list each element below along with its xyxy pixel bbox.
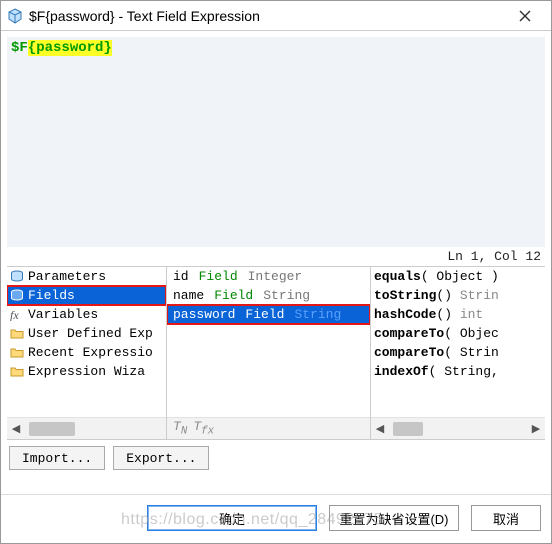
hscrollbar[interactable]: ◀ [7, 417, 166, 439]
fields-toolbar: TN Tfx [167, 417, 370, 439]
scroll-thumb[interactable] [393, 422, 423, 436]
folder-icon [10, 327, 24, 340]
field-name: name [173, 288, 204, 303]
close-button[interactable] [505, 2, 545, 30]
category-label: Fields [28, 288, 75, 303]
category-label: User Defined Exp [28, 326, 153, 341]
method-row[interactable]: toString() Strin [374, 286, 542, 305]
method-name: hashCode [374, 307, 436, 322]
category-item[interactable]: Fields [7, 286, 166, 305]
scroll-left-icon[interactable]: ◀ [9, 421, 23, 437]
titlebar: $F{password} - Text Field Expression [1, 1, 551, 31]
dialog-buttonbar: 确定 重置为缺省设置(D) 取消 [1, 494, 551, 543]
field-type: String [263, 288, 310, 303]
category-label: Variables [28, 307, 98, 322]
cursor-status: Ln 1, Col 12 [7, 247, 545, 266]
fx-icon: fx [10, 308, 24, 321]
methods-pane: equals( Object )toString() StrinhashCode… [371, 267, 545, 439]
method-sig: () [436, 288, 452, 303]
category-label: Recent Expressio [28, 345, 153, 360]
field-type: String [294, 307, 341, 322]
export-button[interactable]: Export... [113, 446, 209, 470]
dialog-content: $F{password} Ln 1, Col 12 Parameters Fiel… [1, 31, 551, 494]
scroll-right-icon[interactable]: ▶ [529, 421, 543, 437]
scroll-left-icon[interactable]: ◀ [373, 421, 387, 437]
field-name: password [173, 307, 235, 322]
reset-button[interactable]: 重置为缺省设置(D) [329, 505, 459, 531]
method-return: Strin [452, 288, 499, 303]
tool-icon[interactable]: TN [173, 419, 187, 438]
method-name: indexOf [374, 364, 429, 379]
import-button[interactable]: Import... [9, 446, 105, 470]
category-pane: Parameters Fields fx Variables User Defined … [7, 267, 167, 439]
folder-icon [10, 365, 24, 378]
method-name: compareTo [374, 326, 444, 341]
method-sig: ( Object ) [421, 269, 499, 284]
method-row[interactable]: hashCode() int [374, 305, 542, 324]
app-cube-icon [7, 8, 23, 24]
method-row[interactable]: indexOf( String, [374, 362, 542, 381]
field-row[interactable]: password Field String [167, 305, 370, 324]
category-label: Parameters [28, 269, 106, 284]
category-item[interactable]: Recent Expressio [7, 343, 166, 362]
method-return: int [452, 307, 483, 322]
expression-editor[interactable]: $F{password} [7, 37, 545, 247]
field-keyword: Field [245, 307, 284, 322]
field-row[interactable]: id Field Integer [167, 267, 370, 286]
field-keyword: Field [199, 269, 238, 284]
fields-pane: id Field Integername Field Stringpasswor… [167, 267, 371, 439]
hscrollbar-right[interactable]: ◀ ▶ [371, 417, 545, 439]
category-item[interactable]: Expression Wiza [7, 362, 166, 381]
method-row[interactable]: equals( Object ) [374, 267, 542, 286]
scroll-thumb[interactable] [29, 422, 75, 436]
category-item[interactable]: fx Variables [7, 305, 166, 324]
method-name: toString [374, 288, 436, 303]
category-item[interactable]: Parameters [7, 267, 166, 286]
svg-text:fx: fx [10, 308, 19, 321]
fields-list[interactable]: id Field Integername Field Stringpasswor… [167, 267, 370, 417]
category-list[interactable]: Parameters Fields fx Variables User Defined … [7, 267, 166, 417]
method-row[interactable]: compareTo( Objec [374, 324, 542, 343]
field-row[interactable]: name Field String [167, 286, 370, 305]
folder-icon [10, 346, 24, 359]
method-sig: ( Objec [444, 326, 499, 341]
db-icon [10, 289, 24, 302]
editor-token-variable: {password} [28, 40, 112, 56]
field-type: Integer [248, 269, 303, 284]
category-label: Expression Wiza [28, 364, 145, 379]
dialog-window: $F{password} - Text Field Expression $F{… [0, 0, 552, 544]
tool-fx-icon[interactable]: Tfx [193, 419, 214, 438]
methods-list[interactable]: equals( Object )toString() StrinhashCode… [371, 267, 545, 417]
io-button-row: Import... Export... [7, 440, 545, 476]
field-keyword: Field [214, 288, 253, 303]
cancel-button[interactable]: 取消 [471, 505, 541, 531]
field-name: id [173, 269, 189, 284]
method-sig: ( String, [429, 364, 499, 379]
window-title: $F{password} - Text Field Expression [29, 8, 505, 24]
method-name: equals [374, 269, 421, 284]
db-icon [10, 270, 24, 283]
method-name: compareTo [374, 345, 444, 360]
ok-button[interactable]: 确定 [147, 505, 317, 531]
method-sig: () [436, 307, 452, 322]
picker-panels: Parameters Fields fx Variables User Defined … [7, 266, 545, 440]
method-row[interactable]: compareTo( Strin [374, 343, 542, 362]
method-sig: ( Strin [444, 345, 499, 360]
category-item[interactable]: User Defined Exp [7, 324, 166, 343]
editor-token-prefix: $F [11, 40, 28, 56]
